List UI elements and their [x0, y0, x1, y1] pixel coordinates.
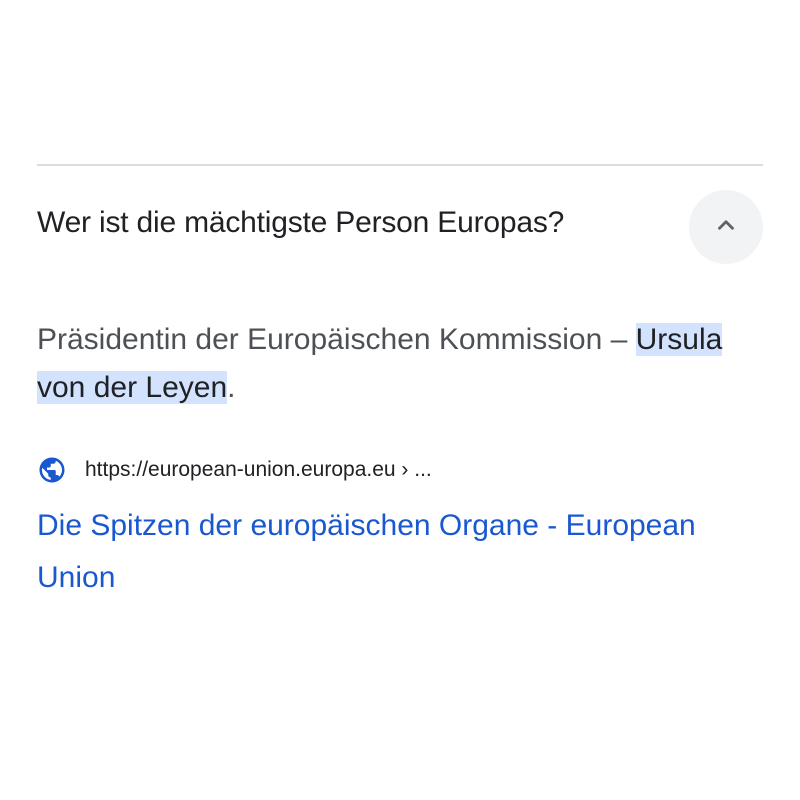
answer-text: Präsidentin der Europäischen Kommission …	[37, 316, 757, 412]
answer-suffix: .	[227, 371, 236, 404]
source-url[interactable]: https://european-union.europa.eu › ...	[85, 458, 432, 482]
section-divider	[37, 164, 763, 166]
source-row[interactable]: https://european-union.europa.eu › ...	[37, 452, 432, 488]
source-title-link[interactable]: Die Spitzen der europäischen Organe - Eu…	[37, 500, 763, 604]
faq-question-row[interactable]: Wer ist die mächtigste Person Europas?	[37, 190, 763, 264]
collapse-toggle-button[interactable]	[689, 190, 763, 264]
faq-question: Wer ist die mächtigste Person Europas?	[37, 206, 565, 239]
answer-prefix: Präsidentin der Europäischen Kommission …	[37, 323, 636, 356]
globe-icon	[37, 455, 67, 485]
chevron-up-icon	[713, 212, 739, 243]
